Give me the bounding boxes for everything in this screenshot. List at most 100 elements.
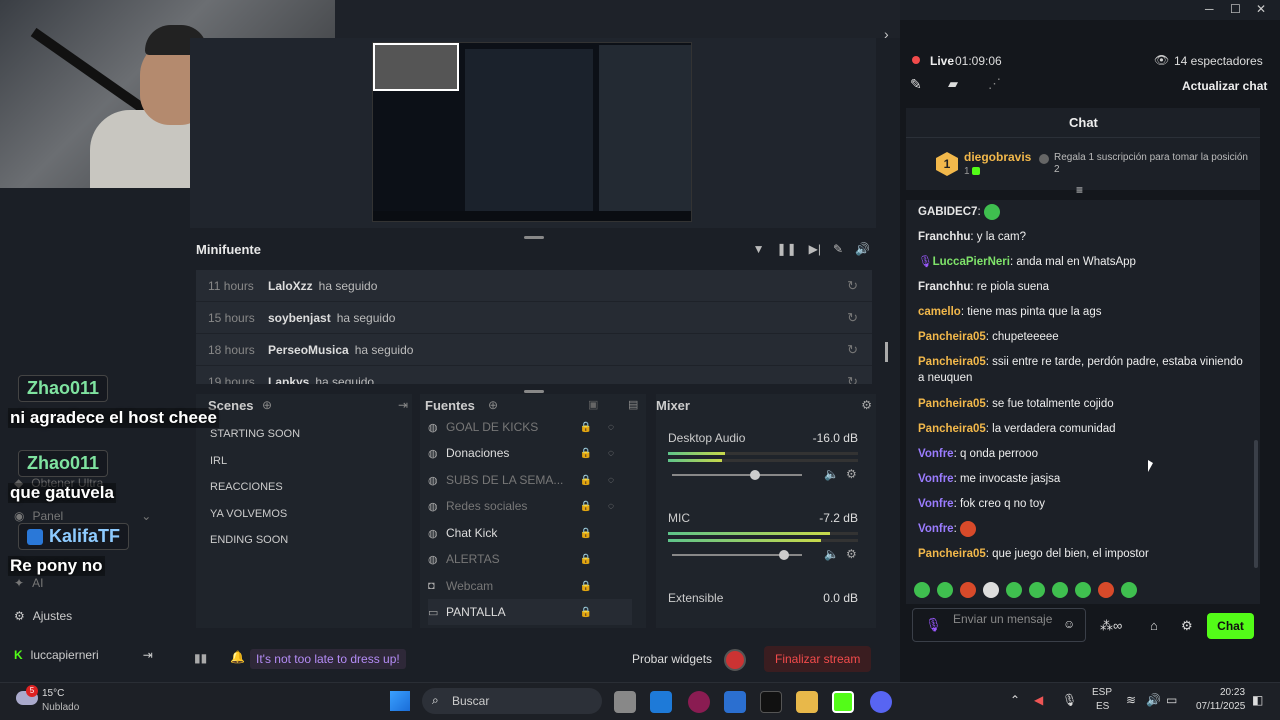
chat-username[interactable]: Vonfre — [918, 498, 954, 510]
emote-icon[interactable] — [1029, 582, 1045, 598]
send-chat-button[interactable]: Chat — [1207, 613, 1254, 639]
store-icon[interactable]: ⌂ — [1150, 618, 1158, 633]
chat-username[interactable]: LuccaPierNeri — [933, 256, 1010, 268]
resize-handle[interactable] — [524, 390, 544, 393]
add-source-icon[interactable]: ⊕ — [488, 398, 498, 412]
folder-icon[interactable]: ▤ — [628, 398, 638, 411]
volume-icon[interactable]: 🔊 — [1146, 693, 1161, 707]
emoji-icon[interactable]: ☺ — [1063, 617, 1075, 631]
browser-icon[interactable] — [688, 691, 710, 713]
mic-icon[interactable]: 🎙 — [1062, 693, 1077, 707]
chat-username[interactable]: Franchhu — [918, 281, 970, 293]
task-view-icon[interactable] — [614, 691, 636, 713]
stats-icon[interactable]: ▮▮ — [194, 651, 207, 665]
gear-icon[interactable]: ⚙ — [846, 467, 857, 481]
lock-icon[interactable]: 🔒 — [580, 581, 592, 592]
hidden-icon[interactable]: ◌ — [608, 422, 614, 433]
chat-message[interactable]: Pancheira05: chupeteeeee — [918, 329, 1248, 345]
chat-message[interactable]: Pancheira05: se fue totalmente cojido — [918, 396, 1248, 412]
lock-icon[interactable]: 🔒 — [580, 422, 592, 433]
chat-message[interactable]: 🎙LuccaPierNeri: anda mal en WhatsApp — [918, 254, 1248, 270]
start-icon[interactable] — [390, 691, 410, 711]
chat-username[interactable]: Pancheira05 — [918, 548, 986, 560]
hidden-icon[interactable]: ◌ — [608, 475, 614, 486]
replay-icon[interactable]: ↻ — [847, 342, 858, 358]
hidden-icon[interactable]: ◌ — [608, 448, 614, 459]
discord-icon[interactable] — [870, 691, 892, 713]
list-item[interactable]: 15 hours soybenjast ha seguido ↻ — [196, 302, 872, 334]
minimize-button[interactable]: ─ — [1205, 2, 1214, 16]
scene-item[interactable]: ENDING SOON — [210, 534, 288, 546]
chat-username[interactable]: Vonfre — [918, 473, 954, 485]
edit-icon[interactable]: ✎ — [910, 76, 922, 93]
scene-item[interactable]: YA VOLVEMOS — [210, 508, 287, 520]
share-icon[interactable]: ⋰ — [988, 76, 1001, 92]
mute-alerts-icon[interactable]: ✎ — [833, 242, 843, 256]
sidebar-item-panel[interactable]: ◉ Panel ⌄ — [14, 509, 151, 523]
lock-icon[interactable]: 🔒 — [580, 554, 592, 565]
pause-icon[interactable]: ❚❚ — [777, 242, 797, 256]
chat-message[interactable]: Pancheira05: la verdadera comunidad — [918, 421, 1248, 437]
source-item[interactable]: ◍ Chat Kick 🔒 — [428, 520, 632, 546]
chat-username[interactable]: Vonfre — [918, 448, 954, 460]
streaming-app-icon[interactable] — [832, 691, 854, 713]
tiktok-icon[interactable] — [760, 691, 782, 713]
record-icon[interactable] — [724, 649, 746, 671]
source-item[interactable]: ◍ ALERTAS 🔒 — [428, 546, 632, 572]
chat-message[interactable]: Pancheira05: ssii entre re tarde, perdón… — [918, 354, 1248, 386]
chat-message[interactable]: Franchhu: y la cam? — [918, 229, 1248, 245]
sidebar-item-settings[interactable]: ⚙ Ajustes — [14, 609, 72, 623]
app-tray-icon[interactable]: ◀ — [1034, 693, 1043, 707]
lock-icon[interactable]: 🔒 — [580, 528, 592, 539]
emote-icon[interactable] — [1006, 582, 1022, 598]
clock-time[interactable]: 20:23 — [1220, 687, 1245, 698]
chat-message[interactable]: Vonfre: me invocaste jasjsa — [918, 471, 1248, 487]
refresh-chat-button[interactable]: Actualizar chat — [1182, 79, 1267, 93]
list-item[interactable]: 18 hours PerseoMusica ha seguido ↻ — [196, 334, 872, 366]
test-widgets-button[interactable]: Probar widgets — [632, 652, 712, 666]
folder-icon[interactable]: ▣ — [588, 398, 598, 411]
collapse-chat-icon[interactable]: › — [884, 26, 889, 42]
emote-icon[interactable] — [1121, 582, 1137, 598]
scene-item[interactable]: REACCIONES — [210, 481, 283, 493]
gear-icon[interactable]: ⚙ — [846, 547, 857, 561]
emote-icon[interactable] — [960, 582, 976, 598]
volume-slider[interactable] — [672, 550, 802, 560]
taskbar-search[interactable]: ⌕ Buscar — [422, 688, 602, 714]
source-item[interactable]: ◍ SUBS DE LA SEMA... 🔒 ◌ — [428, 467, 632, 493]
chevron-up-icon[interactable]: ⌃ — [1010, 693, 1020, 707]
chat-username[interactable]: Franchhu — [918, 231, 970, 243]
sidebar-item-ai[interactable]: ✦ AI — [14, 576, 43, 590]
scene-item[interactable]: IRL — [210, 455, 227, 467]
scene-item[interactable]: STARTING SOON — [210, 428, 300, 440]
battery-icon[interactable]: ▭ — [1166, 693, 1177, 707]
chat-message[interactable]: Vonfre: q onda perrooo — [918, 446, 1248, 462]
chat-scrollbar[interactable] — [1254, 440, 1258, 568]
clock-date[interactable]: 07/11/2025 — [1196, 701, 1245, 712]
chat-username[interactable]: Pancheira05 — [918, 423, 986, 435]
skip-icon[interactable]: ▶| — [809, 242, 821, 256]
gear-icon[interactable]: ⚙ — [861, 398, 872, 412]
lock-icon[interactable]: 🔒 — [580, 501, 592, 512]
maximize-button[interactable]: ☐ — [1230, 2, 1241, 16]
folder-icon[interactable] — [796, 691, 818, 713]
filter-icon[interactable]: ▼ — [753, 242, 765, 256]
gear-icon[interactable]: ⚙ — [1181, 618, 1193, 634]
chat-username[interactable]: GABIDEC7 — [918, 206, 977, 218]
list-item[interactable]: 19 hours Lapkys ha seguido ↻ — [196, 366, 872, 384]
app-icon[interactable] — [650, 691, 672, 713]
chat-username[interactable]: camello — [918, 306, 961, 318]
source-item[interactable]: ◍ GOAL DE KICKS 🔒 ◌ — [428, 414, 632, 440]
users-icon[interactable]: ⁂∞ — [1100, 618, 1122, 634]
sidebar-item-account[interactable]: Kluccapierneri ⇥ — [14, 648, 153, 662]
lock-icon[interactable]: 🔒 — [580, 448, 592, 459]
notifications-icon[interactable]: ◧ — [1252, 693, 1263, 707]
emote-icon[interactable] — [914, 582, 930, 598]
volume-icon[interactable]: 🔈 — [824, 547, 839, 561]
chat-message[interactable]: Pancheira05: que juego del bien, el impo… — [918, 546, 1248, 562]
replay-icon[interactable]: ↻ — [847, 310, 858, 326]
chat-username[interactable]: Pancheira05 — [918, 356, 986, 368]
add-scene-icon[interactable]: ⊕ — [262, 398, 272, 412]
source-item[interactable]: ◍ Donaciones 🔒 ◌ — [428, 440, 632, 466]
close-button[interactable]: ✕ — [1256, 2, 1266, 16]
